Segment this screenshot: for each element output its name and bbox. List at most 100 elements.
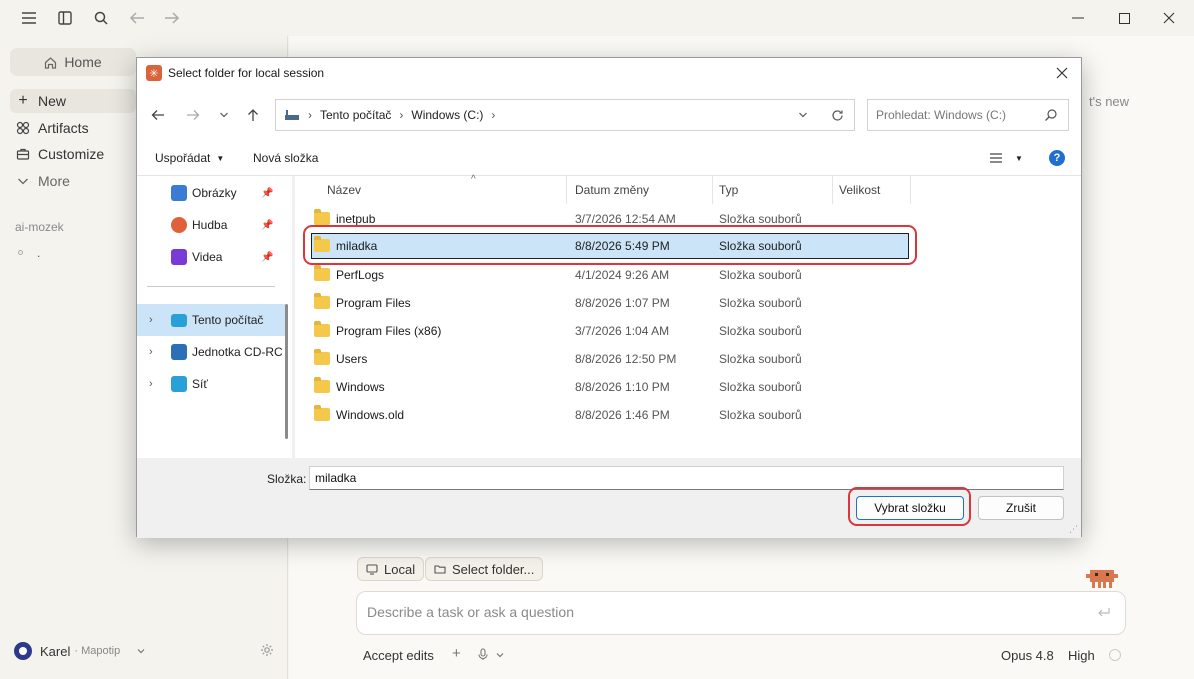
prompt-box <box>356 591 1126 635</box>
file-row[interactable]: Program Files 8/8/2026 1:07 PM Složka so… <box>307 290 1069 316</box>
file-date: 3/7/2026 1:04 AM <box>575 324 670 338</box>
settings-icon[interactable] <box>260 643 274 660</box>
back-arrow-icon[interactable] <box>127 8 147 28</box>
pin-icon[interactable]: 📌 <box>261 220 273 231</box>
nav-item-cd-drive[interactable]: › Jednotka CD-RC <box>137 336 285 368</box>
select-folder-button[interactable]: Vybrat složku <box>856 496 964 520</box>
back-button[interactable] <box>147 105 169 125</box>
file-date: 8/8/2026 1:46 PM <box>575 408 670 422</box>
file-row[interactable]: Program Files (x86) 3/7/2026 1:04 AM Slo… <box>307 318 1069 344</box>
view-options-button[interactable]: ▼ <box>989 152 1023 164</box>
computer-icon <box>171 313 187 327</box>
sidebar-item-customize[interactable]: Customize <box>10 142 136 166</box>
recent-locations-button[interactable] <box>213 105 235 125</box>
resize-grip-icon[interactable]: ⋰ <box>1069 524 1078 535</box>
prompt-input[interactable] <box>367 604 1067 620</box>
mascot-icon <box>1086 570 1118 588</box>
file-row[interactable]: Windows.old 8/8/2026 1:46 PM Složka soub… <box>307 402 1069 428</box>
chevron-right-icon[interactable]: › <box>149 346 153 358</box>
close-icon <box>1056 67 1068 79</box>
window-close-icon[interactable] <box>1154 6 1184 30</box>
session-item[interactable]: . <box>18 246 40 260</box>
address-history-button[interactable] <box>793 105 813 125</box>
file-row[interactable]: Windows 8/8/2026 1:10 PM Složka souborů <box>307 374 1069 400</box>
cancel-button[interactable]: Zrušit <box>978 496 1064 520</box>
nav-item-music[interactable]: Hudba 📌 <box>137 211 285 239</box>
pin-icon[interactable]: 📌 <box>261 252 273 263</box>
breadcrumb-computer[interactable]: Tento počítač <box>320 108 391 122</box>
organize-label: Uspořádat <box>155 151 211 165</box>
app-logo-icon: ✳ <box>146 65 162 81</box>
nav-item-this-pc[interactable]: › Tento počítač <box>137 304 285 336</box>
whats-new-partial[interactable]: t's new <box>1089 94 1129 109</box>
folder-outline-icon <box>434 565 446 574</box>
user-menu[interactable]: Karel · Mapotip <box>14 642 146 660</box>
forward-arrow-icon[interactable] <box>162 8 182 28</box>
select-folder-chip[interactable]: Select folder... <box>425 557 544 581</box>
sidebar-item-more[interactable]: More <box>10 169 136 193</box>
file-row[interactable]: inetpub 3/7/2026 12:54 AM Složka souborů <box>307 206 1069 232</box>
file-type: Složka souborů <box>719 239 802 253</box>
breadcrumb-drive[interactable]: Windows (C:) <box>411 108 483 122</box>
nav-scrollbar[interactable] <box>285 304 288 439</box>
up-button[interactable] <box>242 105 264 125</box>
column-header-date[interactable]: Datum změny <box>569 176 713 204</box>
file-date: 8/8/2026 1:07 PM <box>575 296 670 310</box>
file-name: miladka <box>336 239 378 253</box>
microphone-icon <box>478 648 488 660</box>
sidebar-item-new[interactable]: + New <box>10 89 136 113</box>
sidebar-toggle-icon[interactable] <box>55 8 75 28</box>
folder-icon <box>314 405 330 421</box>
refresh-button[interactable] <box>827 105 847 125</box>
voice-control[interactable] <box>477 648 505 661</box>
address-bar[interactable]: › Tento počítač › Windows (C:) › <box>275 99 855 131</box>
help-icon[interactable]: ? <box>1049 150 1065 166</box>
minimize-icon[interactable] <box>1063 6 1093 30</box>
column-header-name[interactable]: Název ^ <box>321 174 567 204</box>
nav-item-network[interactable]: › Síť <box>137 368 285 400</box>
organize-button[interactable]: Uspořádat ▼ <box>155 151 224 165</box>
home-label: Home <box>64 54 102 70</box>
home-button[interactable]: Home <box>10 48 136 76</box>
search-input[interactable] <box>876 108 1036 122</box>
dialog-close-button[interactable] <box>1049 61 1075 85</box>
plus-icon[interactable]: + <box>452 645 461 662</box>
file-row-selected[interactable]: miladka 8/8/2026 5:49 PM Složka souborů <box>311 233 909 259</box>
chevron-right-icon[interactable]: › <box>149 378 153 390</box>
effort-selector[interactable]: High <box>1068 648 1095 663</box>
file-row[interactable]: PerfLogs 4/1/2024 9:26 AM Složka souborů <box>307 262 1069 288</box>
file-type: Složka souborů <box>719 268 802 282</box>
model-selector[interactable]: Opus 4.8 <box>1001 648 1054 663</box>
dialog-titlebar: ✳ Select folder for local session <box>137 58 1081 88</box>
chevron-right-icon[interactable]: › <box>149 314 153 326</box>
menu-icon[interactable] <box>19 8 39 28</box>
accept-edits-control[interactable]: Accept edits <box>363 648 434 663</box>
folder-name-input[interactable] <box>309 466 1064 490</box>
nav-item-label: Hudba <box>192 218 228 232</box>
pin-icon[interactable]: 📌 <box>261 188 273 199</box>
user-org: · Mapotip <box>74 645 121 657</box>
column-header-size[interactable]: Velikost <box>833 176 911 204</box>
file-row[interactable]: Users 8/8/2026 12:50 PM Složka souborů <box>307 346 1069 372</box>
nav-item-pictures[interactable]: Obrázky 📌 <box>137 179 285 207</box>
file-type: Složka souborů <box>719 352 802 366</box>
new-folder-button[interactable]: Nová složka <box>253 151 318 165</box>
file-name: Windows.old <box>336 408 405 422</box>
nav-item-videos[interactable]: Videa 📌 <box>137 243 285 271</box>
folder-label: Složka: <box>267 472 307 486</box>
model-label: Opus 4.8 <box>1001 648 1054 663</box>
nav-item-label: Obrázky <box>192 186 237 200</box>
avatar <box>14 642 32 660</box>
search-icon[interactable] <box>1044 108 1058 122</box>
column-header-type[interactable]: Typ <box>713 176 833 204</box>
column-header-label: Typ <box>719 183 739 197</box>
search-icon[interactable] <box>91 8 111 28</box>
enter-icon[interactable] <box>1097 607 1111 619</box>
sidebar-item-artifacts[interactable]: Artifacts <box>10 116 136 140</box>
sidebar-item-label: Customize <box>38 146 105 162</box>
forward-button[interactable] <box>182 105 204 125</box>
local-chip[interactable]: Local <box>357 557 425 581</box>
effort-label: High <box>1068 648 1095 663</box>
maximize-icon[interactable] <box>1109 6 1139 30</box>
session-label: . <box>37 246 41 260</box>
